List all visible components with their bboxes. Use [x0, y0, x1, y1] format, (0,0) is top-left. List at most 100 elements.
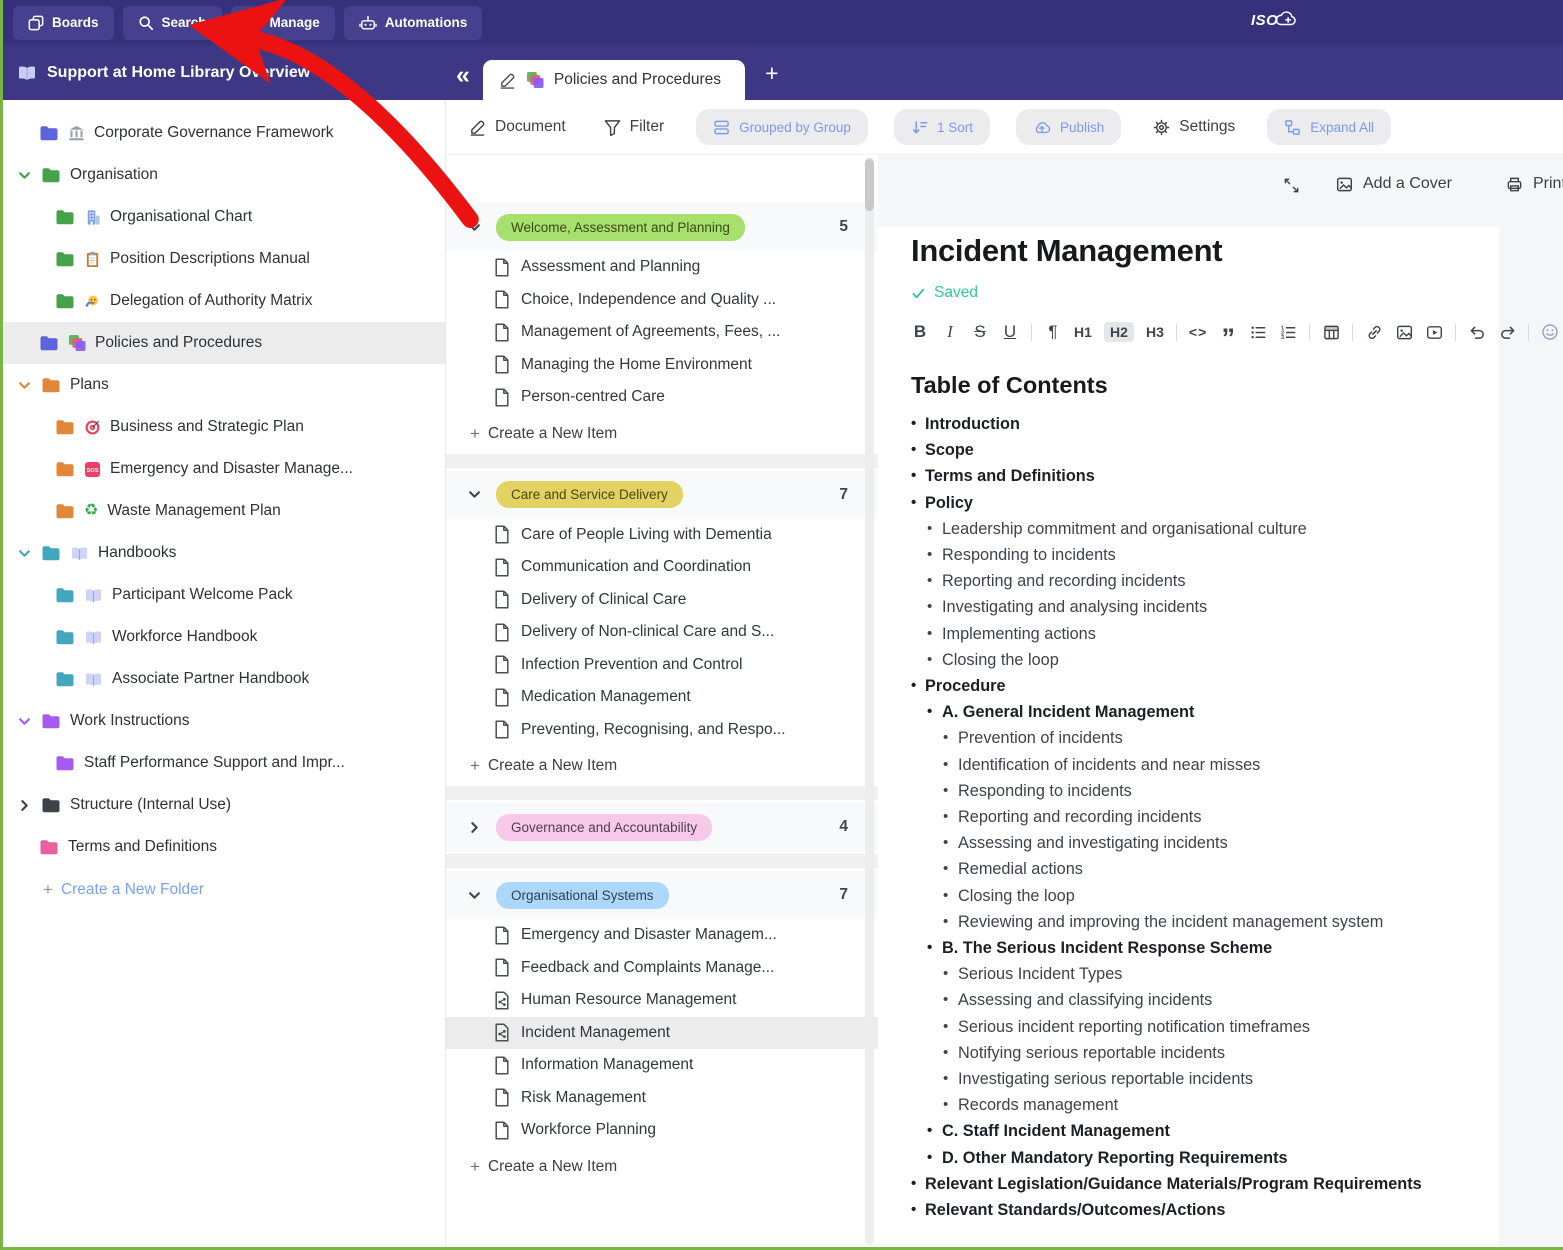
topnav-search-button[interactable]: Search — [123, 6, 222, 40]
chevron-down-icon[interactable] — [17, 715, 32, 728]
toc-item-scope[interactable]: Scope — [911, 437, 1563, 463]
sidebar-item-participant-welcome-pack[interactable]: Participant Welcome Pack — [3, 574, 445, 616]
chevron-down-icon[interactable] — [17, 169, 32, 182]
chevron-down-icon[interactable] — [466, 221, 482, 234]
format-redo-button[interactable] — [1498, 324, 1516, 341]
list-scrollbar-thumb[interactable] — [865, 159, 874, 211]
toc-item-investigating-and-analysing-incidents[interactable]: Investigating and analysing incidents — [911, 594, 1563, 620]
list-item-risk-management[interactable]: Risk Management — [446, 1082, 878, 1115]
toc-item-serious-incident-types[interactable]: Serious Incident Types — [911, 961, 1563, 987]
toc-item-procedure[interactable]: Procedure — [911, 673, 1563, 699]
format-paragraph-button[interactable]: ¶ — [1044, 322, 1062, 342]
toc-item-introduction[interactable]: Introduction — [911, 411, 1563, 437]
toc-item-responding-to-incidents[interactable]: Responding to incidents — [911, 542, 1563, 568]
sidebar-item-plans[interactable]: Plans — [3, 364, 445, 406]
sidebar-item-associate-partner-handbook[interactable]: Associate Partner Handbook — [3, 658, 445, 700]
chevron-down-icon[interactable] — [466, 488, 482, 501]
expand-document-icon[interactable] — [1283, 177, 1300, 194]
group-header-organisational-systems[interactable]: Organisational Systems7 — [446, 871, 878, 919]
format-h2-button[interactable]: H2 — [1104, 322, 1134, 342]
list-item-medication-management[interactable]: Medication Management — [446, 681, 878, 714]
tab-policies-and-procedures[interactable]: Policies and Procedures — [483, 60, 745, 100]
toc-item-b-the-serious-incident-response-scheme[interactable]: B. The Serious Incident Response Scheme — [911, 935, 1563, 961]
list-item-choice-independence-and-quality[interactable]: Choice, Independence and Quality ... — [446, 284, 878, 317]
chevron-down-icon[interactable] — [17, 547, 32, 560]
sidebar-item-delegation-of-authority-matrix[interactable]: Delegation of Authority Matrix — [3, 280, 445, 322]
format-h3-button[interactable]: H3 — [1146, 324, 1164, 340]
toc-item-terms-and-definitions[interactable]: Terms and Definitions — [911, 463, 1563, 489]
toc-item-reviewing-and-improving-the-incident-management-system[interactable]: Reviewing and improving the incident man… — [911, 909, 1563, 935]
format-quote-button[interactable]: ” — [1219, 327, 1237, 337]
format-image-button[interactable] — [1395, 324, 1413, 341]
list-item-human-resource-management[interactable]: Human Resource Management — [446, 984, 878, 1017]
toc-item-notifying-serious-reportable-incidents[interactable]: Notifying serious reportable incidents — [911, 1040, 1563, 1066]
toolbar-grouped-by-group-button[interactable]: Grouped by Group — [696, 109, 868, 145]
group-header-care-and-service-delivery[interactable]: Care and Service Delivery7 — [446, 471, 878, 519]
toc-item-prevention-of-incidents[interactable]: Prevention of incidents — [911, 725, 1563, 751]
sidebar-item-waste-management-plan[interactable]: ♻Waste Management Plan — [3, 490, 445, 532]
list-item-feedback-and-complaints-manage[interactable]: Feedback and Complaints Manage... — [446, 952, 878, 985]
toc-item-records-management[interactable]: Records management — [911, 1092, 1563, 1118]
format-table-button[interactable] — [1322, 324, 1340, 341]
add-a-cover-button[interactable]: Add a Cover — [1336, 175, 1452, 193]
toc-item-relevant-standards-outcomes-actions[interactable]: Relevant Standards/Outcomes/Actions — [911, 1197, 1563, 1223]
toc-item-investigating-serious-reportable-incidents[interactable]: Investigating serious reportable inciden… — [911, 1066, 1563, 1092]
list-item-preventing-recognising-and-respo[interactable]: Preventing, Recognising, and Respo... — [446, 714, 878, 747]
create-new-item-button[interactable]: +Create a New Item — [446, 749, 878, 783]
sidebar-item-staff-performance-support-and-impr[interactable]: Staff Performance Support and Impr... — [3, 742, 445, 784]
format-link-button[interactable] — [1365, 324, 1383, 341]
toolbar-1-sort-button[interactable]: 1 Sort — [894, 109, 990, 145]
format-h1-button[interactable]: H1 — [1074, 324, 1092, 340]
toc-item-identification-of-incidents-and-near-misses[interactable]: Identification of incidents and near mis… — [911, 752, 1563, 778]
sidebar-item-terms-and-definitions[interactable]: Terms and Definitions — [3, 826, 445, 868]
list-item-information-management[interactable]: Information Management — [446, 1049, 878, 1082]
toc-item-closing-the-loop[interactable]: Closing the loop — [911, 647, 1563, 673]
list-item-infection-prevention-and-control[interactable]: Infection Prevention and Control — [446, 649, 878, 682]
chevron-right-icon[interactable] — [466, 821, 482, 834]
list-item-delivery-of-non-clinical-care-and-s[interactable]: Delivery of Non-clinical Care and S... — [446, 616, 878, 649]
sidebar-item-position-descriptions-manual[interactable]: Position Descriptions Manual — [3, 238, 445, 280]
toc-item-c-staff-incident-management[interactable]: C. Staff Incident Management — [911, 1118, 1563, 1144]
toc-item-relevant-legislation-guidance-materials-program-requirements[interactable]: Relevant Legislation/Guidance Materials/… — [911, 1171, 1563, 1197]
format-emoji-button[interactable] — [1541, 323, 1559, 341]
toolbar-expand-all-button[interactable]: Expand All — [1267, 109, 1391, 145]
sidebar-item-organisation[interactable]: Organisation — [3, 154, 445, 196]
topnav-boards-button[interactable]: Boards — [13, 6, 114, 40]
create-new-item-button[interactable]: +Create a New Item — [446, 1150, 878, 1184]
sidebar-item-emergency-and-disaster-manage[interactable]: SOSEmergency and Disaster Manage... — [3, 448, 445, 490]
chevron-down-icon[interactable] — [17, 379, 32, 392]
format-numbered-list-button[interactable]: 123 — [1279, 324, 1297, 341]
sidebar-item-work-instructions[interactable]: Work Instructions — [3, 700, 445, 742]
sidebar-item-policies-and-procedures[interactable]: Policies and Procedures — [3, 322, 445, 364]
format-undo-button[interactable] — [1468, 324, 1486, 341]
collapse-panel-icon[interactable]: « — [456, 63, 470, 88]
create-new-item-button[interactable]: +Create a New Item — [446, 417, 878, 451]
list-item-emergency-and-disaster-managem[interactable]: Emergency and Disaster Managem... — [446, 919, 878, 952]
topnav-automations-button[interactable]: Automations — [344, 6, 483, 40]
toc-item-policy[interactable]: Policy — [911, 490, 1563, 516]
create-new-folder-button[interactable]: + Create a New Folder — [43, 880, 445, 900]
toc-item-a-general-incident-management[interactable]: A. General Incident Management — [911, 699, 1563, 725]
print-button[interactable]: Print — [1506, 175, 1563, 193]
list-item-management-of-agreements-fees[interactable]: Management of Agreements, Fees, ... — [446, 316, 878, 349]
toc-item-d-other-mandatory-reporting-requirements[interactable]: D. Other Mandatory Reporting Requirement… — [911, 1145, 1563, 1171]
list-item-assessment-and-planning[interactable]: Assessment and Planning — [446, 251, 878, 284]
sidebar-item-business-and-strategic-plan[interactable]: Business and Strategic Plan — [3, 406, 445, 448]
chevron-right-icon[interactable] — [17, 799, 32, 812]
sidebar-item-organisational-chart[interactable]: Organisational Chart — [3, 196, 445, 238]
format-strikethrough-button[interactable]: S — [971, 322, 989, 342]
list-item-managing-the-home-environment[interactable]: Managing the Home Environment — [446, 349, 878, 382]
toc-item-assessing-and-classifying-incidents[interactable]: Assessing and classifying incidents — [911, 987, 1563, 1013]
topnav-manage-button[interactable]: Manage — [231, 6, 335, 40]
toc-item-serious-incident-reporting-notification-timeframes[interactable]: Serious incident reporting notification … — [911, 1014, 1563, 1040]
chevron-down-icon[interactable] — [466, 889, 482, 902]
sidebar-item-handbooks[interactable]: Handbooks — [3, 532, 445, 574]
toolbar-settings-button[interactable]: Settings — [1147, 109, 1241, 145]
toolbar-filter-button[interactable]: Filter — [598, 109, 670, 145]
new-tab-button[interactable]: + — [765, 62, 778, 85]
toc-item-responding-to-incidents[interactable]: Responding to incidents — [911, 778, 1563, 804]
format-code-button[interactable]: <> — [1189, 324, 1207, 340]
format-bold-button[interactable]: B — [911, 322, 929, 342]
format-bullet-list-button[interactable] — [1249, 324, 1267, 341]
format-underline-button[interactable]: U — [1001, 322, 1019, 342]
